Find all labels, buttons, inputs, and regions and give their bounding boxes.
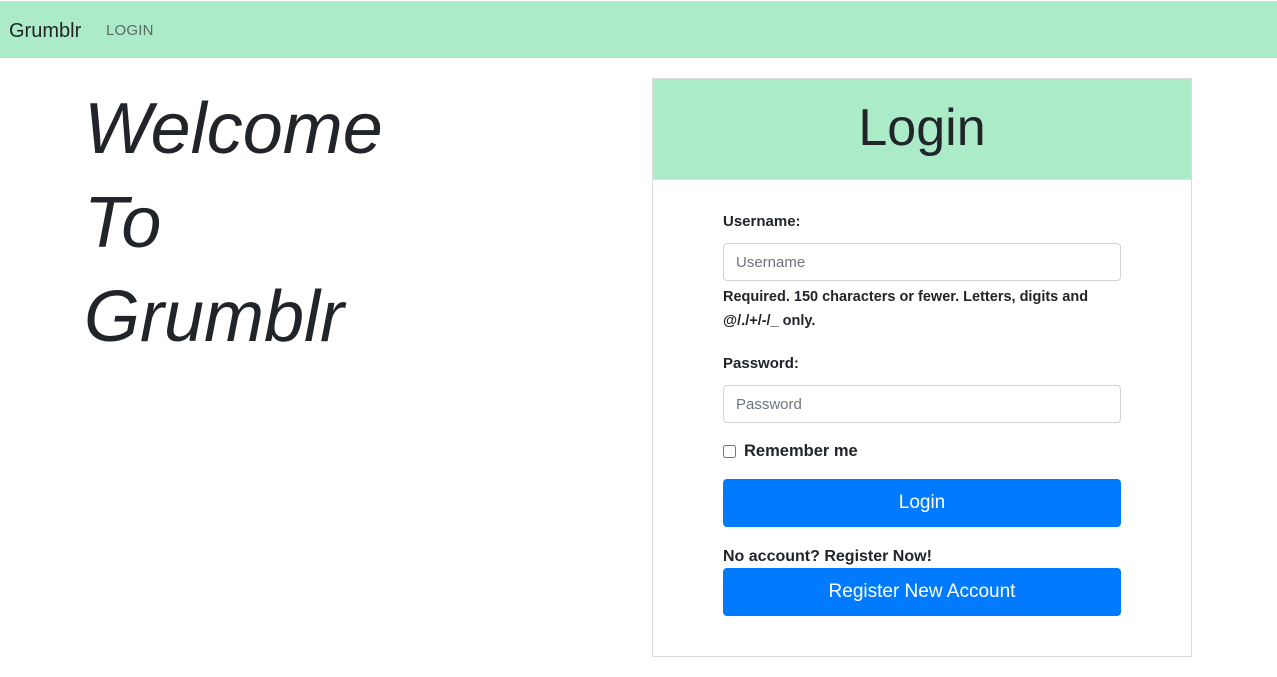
username-input[interactable] [723,243,1121,281]
register-button[interactable]: Register New Account [723,568,1121,616]
nav-login-link[interactable]: LOGIN [106,22,154,40]
no-account-text: No account? Register Now! [723,548,932,565]
top-navbar: Grumblr LOGIN [0,1,1277,58]
username-help-text: Required. 150 characters or fewer. Lette… [723,289,1089,329]
login-button[interactable]: Login [723,479,1121,527]
login-card-header: Login [653,79,1191,180]
welcome-line-3: Grumblr [84,277,345,357]
password-input[interactable] [723,385,1121,423]
remember-me-label[interactable]: Remember me [744,442,858,461]
remember-me-row: Remember me [723,440,1121,462]
login-form: Username: Required. 150 characters or fe… [723,213,1121,616]
password-label: Password: [723,355,799,372]
welcome-line-2: To [84,183,162,263]
login-card: Login Username: Required. 150 characters… [652,78,1192,657]
username-label: Username: [723,213,801,230]
brand-link[interactable]: Grumblr [9,18,81,44]
welcome-line-1: Welcome [84,89,383,169]
remember-me-checkbox[interactable] [723,444,736,458]
welcome-heading: Welcome To Grumblr [84,82,584,364]
login-card-title: Login [858,99,986,157]
